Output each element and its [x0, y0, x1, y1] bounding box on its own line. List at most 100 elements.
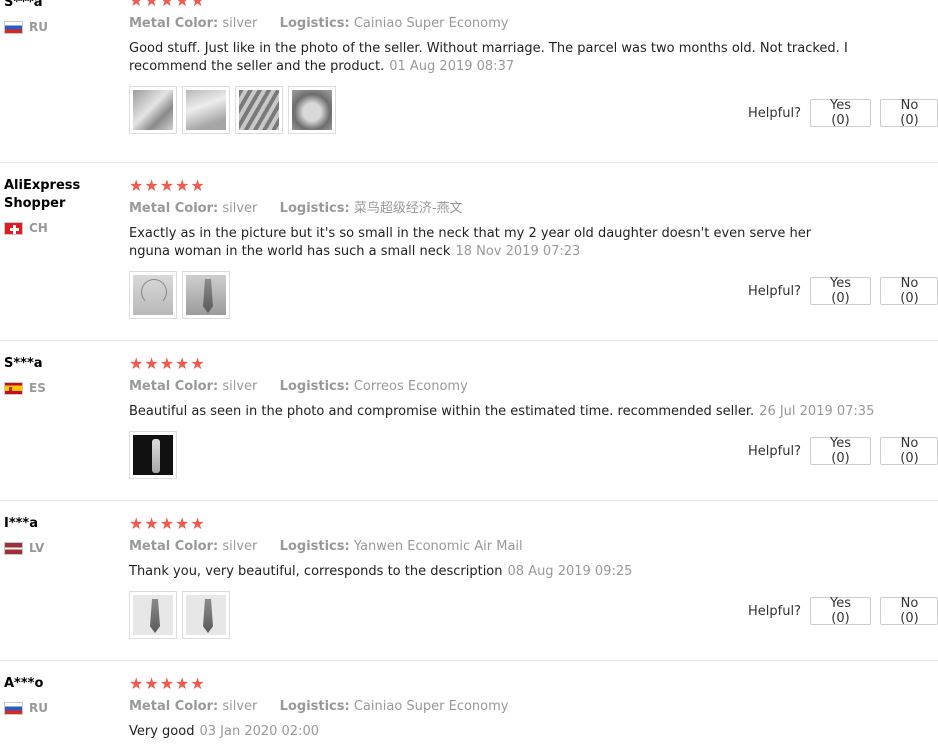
star-rating: ★★★★★ — [129, 674, 206, 693]
review-attributes: Metal Color: silver Logistics: Cainiao S… — [129, 15, 929, 33]
metal-color-value: silver — [222, 16, 258, 31]
helpful-no-button[interactable]: No (0) — [880, 596, 938, 626]
metal-color-label: Metal Color: — [129, 699, 219, 714]
reviewer-name: I***a — [4, 516, 39, 531]
review-item: S***a RU ★★★★★ Metal Color: silver Logis… — [0, 0, 938, 163]
metal-color-label: Metal Color: — [129, 379, 219, 394]
logistics-value: Correos Economy — [353, 379, 468, 394]
review-text: Very good 03 Jan 2020 02:00 — [129, 723, 849, 741]
review-photo-thumbnail[interactable] — [235, 86, 283, 134]
spain-flag-icon — [4, 381, 23, 395]
reviewer-info: S***a RU — [4, 0, 124, 34]
reviewer-name: S***a — [4, 0, 43, 10]
reviewer-country: CH — [4, 221, 124, 235]
review-text: Exactly as in the picture but it's so sm… — [129, 225, 849, 261]
review-text: Beautiful as seen in the photo and compr… — [129, 403, 889, 421]
metal-color-value: silver — [222, 201, 258, 216]
reviewer-country: ES — [4, 381, 124, 395]
helpful-vote: Helpful? Yes (0) No (0) — [748, 98, 938, 128]
review-content: Very good — [129, 724, 195, 739]
reviewer-country: LV — [4, 541, 124, 555]
review-content: Beautiful as seen in the photo and compr… — [129, 404, 755, 419]
review-attributes: Metal Color: silver Logistics: Cainiao S… — [129, 698, 929, 716]
helpful-vote: Helpful? Yes (0) No (0) — [748, 436, 938, 466]
helpful-no-button[interactable]: No (0) — [880, 436, 938, 466]
reviewer-info: AliExpress Shopper CH — [4, 177, 124, 235]
review-item: A***o RU ★★★★★ Metal Color: silver Logis… — [0, 661, 938, 754]
helpful-label: Helpful? — [748, 283, 801, 299]
metal-color-value: silver — [222, 379, 258, 394]
logistics-label: Logistics: — [279, 539, 350, 554]
review-body: ★★★★★ Metal Color: silver Logistics: Cai… — [129, 674, 929, 741]
helpful-yes-button[interactable]: Yes (0) — [810, 436, 871, 466]
logistics-value: Cainiao Super Economy — [353, 699, 509, 714]
review-attributes: Metal Color: silver Logistics: Correos E… — [129, 378, 929, 396]
review-photo-thumbnail[interactable] — [129, 591, 177, 639]
logistics-value: Cainiao Super Economy — [353, 16, 509, 31]
country-code: ES — [29, 381, 46, 395]
review-photo-thumbnail[interactable] — [182, 591, 230, 639]
russia-flag-icon — [4, 20, 23, 34]
star-rating: ★★★★★ — [129, 354, 206, 373]
review-photo-thumbnail[interactable] — [129, 86, 177, 134]
star-rating: ★★★★★ — [129, 0, 206, 10]
helpful-yes-button[interactable]: Yes (0) — [810, 98, 871, 128]
metal-color-label: Metal Color: — [129, 201, 219, 216]
logistics-label: Logistics: — [279, 201, 350, 216]
reviewer-name: S***a — [4, 356, 43, 371]
reviewer-info: A***o RU — [4, 675, 124, 715]
review-item: I***a LV ★★★★★ Metal Color: silver Logis… — [0, 501, 938, 661]
helpful-yes-button[interactable]: Yes (0) — [810, 276, 871, 306]
review-attributes: Metal Color: silver Logistics: Yanwen Ec… — [129, 538, 929, 556]
helpful-yes-button[interactable]: Yes (0) — [810, 596, 871, 626]
helpful-label: Helpful? — [748, 105, 801, 121]
review-date: 03 Jan 2020 02:00 — [199, 724, 319, 739]
metal-color-label: Metal Color: — [129, 539, 219, 554]
country-code: CH — [29, 221, 48, 235]
russia-flag-icon — [4, 701, 23, 715]
metal-color-value: silver — [222, 699, 258, 714]
review-attributes: Metal Color: silver Logistics: 菜鸟超级经济-燕文 — [129, 200, 929, 218]
review-content: Thank you, very beautiful, corresponds t… — [129, 564, 503, 579]
reviewer-name: A***o — [4, 676, 44, 691]
star-rating: ★★★★★ — [129, 514, 206, 533]
review-photo-thumbnail[interactable] — [182, 86, 230, 134]
helpful-label: Helpful? — [748, 443, 801, 459]
helpful-label: Helpful? — [748, 603, 801, 619]
logistics-value: Yanwen Economic Air Mail — [353, 539, 523, 554]
logistics-label: Logistics: — [279, 699, 350, 714]
review-date: 18 Nov 2019 07:23 — [455, 244, 581, 259]
helpful-no-button[interactable]: No (0) — [880, 276, 938, 306]
helpful-vote: Helpful? Yes (0) No (0) — [748, 276, 938, 306]
switzerland-flag-icon — [4, 221, 23, 235]
review-text: Good stuff. Just like in the photo of th… — [129, 40, 849, 76]
reviewer-info: S***a ES — [4, 355, 124, 395]
helpful-no-button[interactable]: No (0) — [880, 98, 938, 128]
review-photo-thumbnail[interactable] — [129, 271, 177, 319]
country-code: LV — [29, 541, 45, 555]
star-rating: ★★★★★ — [129, 176, 206, 195]
reviewer-info: I***a LV — [4, 515, 124, 555]
reviewer-name: AliExpress Shopper — [4, 178, 81, 211]
logistics-value: 菜鸟超级经济-燕文 — [353, 201, 463, 216]
reviewer-country: RU — [4, 20, 124, 34]
review-date: 26 Jul 2019 07:35 — [759, 404, 875, 419]
review-text: Thank you, very beautiful, corresponds t… — [129, 563, 849, 581]
review-photo-thumbnail[interactable] — [129, 431, 177, 479]
latvia-flag-icon — [4, 541, 23, 555]
review-photo-thumbnail[interactable] — [288, 86, 336, 134]
helpful-vote: Helpful? Yes (0) No (0) — [748, 596, 938, 626]
reviewer-country: RU — [4, 701, 124, 715]
metal-color-label: Metal Color: — [129, 16, 219, 31]
logistics-label: Logistics: — [279, 379, 350, 394]
review-item: AliExpress Shopper CH ★★★★★ Metal Color:… — [0, 163, 938, 341]
review-feed: S***a RU ★★★★★ Metal Color: silver Logis… — [0, 0, 938, 754]
country-code: RU — [29, 20, 48, 34]
review-date: 08 Aug 2019 09:25 — [507, 564, 633, 579]
metal-color-value: silver — [222, 539, 258, 554]
logistics-label: Logistics: — [279, 16, 350, 31]
review-item: S***a ES ★★★★★ Metal Color: silver Logis… — [0, 341, 938, 501]
review-photo-thumbnail[interactable] — [182, 271, 230, 319]
review-date: 01 Aug 2019 08:37 — [389, 59, 515, 74]
country-code: RU — [29, 701, 48, 715]
